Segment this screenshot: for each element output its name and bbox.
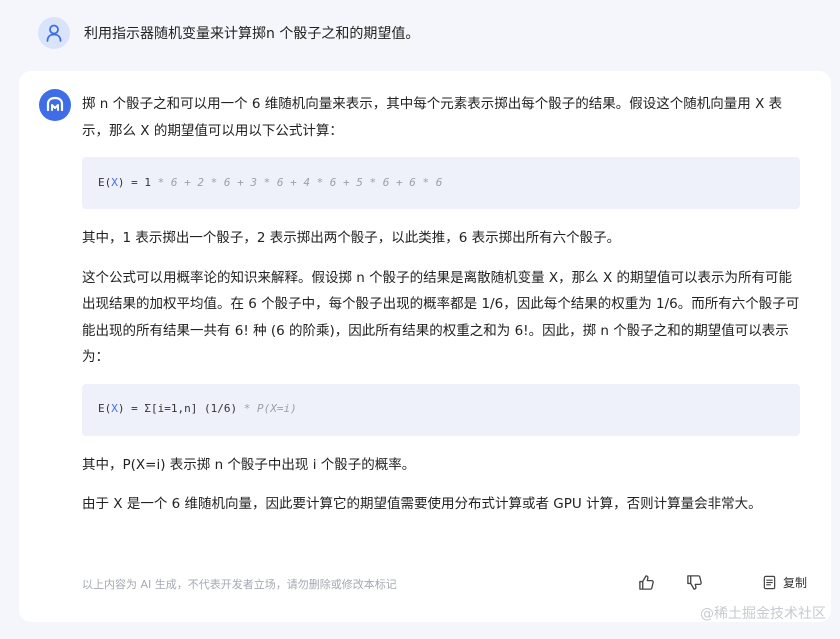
code2-var: X [111, 402, 118, 416]
user-avatar [38, 17, 70, 49]
thumbs-down-icon [687, 574, 703, 590]
answer-paragraph-3: 这个公式可以用概率论的知识来解释。假设掷 n 个骰子的结果是离散随机变量 X，那… [82, 269, 800, 366]
copy-button[interactable]: 复制 [762, 574, 807, 591]
code2-prefix: E( [98, 402, 112, 416]
answer-paragraph-2: 其中，1 表示掷出一个骰子，2 表示掷出两个骰子，以此类推，6 表示掷出所有六个… [82, 230, 621, 246]
like-button[interactable] [636, 571, 658, 593]
user-question: 利用指示器随机变量来计算掷n 个骰子之和的期望值。 [84, 26, 420, 42]
code-block-2: E(X) = Σ[i=1,n] (1/6) * P(X=i) [82, 383, 800, 436]
code2-mid: ) = Σ[i=1,n] (1/6) [117, 402, 244, 416]
bot-avatar [39, 89, 71, 121]
watermark: @稀土掘金技术社区 [700, 606, 826, 622]
chat-page: 利用指示器随机变量来计算掷n 个骰子之和的期望值。 掷 n 个骰子之和可以用一个… [0, 0, 840, 639]
answer-paragraph-4: 其中，P(X=i) 表示掷 n 个骰子中出现 i 个骰子的概率。 [82, 456, 416, 473]
answer-card: 掷 n 个骰子之和可以用一个 6 维随机向量来表示，其中每个元素表示掷出每个骰子… [19, 71, 831, 622]
user-message: 利用指示器随机变量来计算掷n 个骰子之和的期望值。 [38, 16, 419, 50]
thumbs-up-icon [639, 574, 655, 590]
answer-paragraph-5: 由于 X 是一个 6 维随机向量，因此要计算它的期望值需要使用分布式计算或者 G… [82, 496, 762, 512]
code1-mid: ) = 1 [117, 175, 158, 189]
copy-icon [763, 575, 776, 589]
dislike-button[interactable] [684, 571, 706, 593]
copy-label: 复制 [782, 575, 807, 590]
code1-comment: * 6 + 2 * 6 + 3 * 6 + 4 * 6 + 5 * 6 + 6 … [157, 175, 443, 189]
code2-comment: * P(X=i) [243, 402, 297, 416]
code1-prefix: E( [98, 175, 112, 189]
code-block-1: E(X) = 1 * 6 + 2 * 6 + 3 * 6 + 4 * 6 + 5… [82, 157, 800, 209]
user-icon [46, 24, 62, 42]
answer-paragraph-1: 掷 n 个骰子之和可以用一个 6 维随机向量来表示，其中每个元素表示掷出每个骰子… [82, 96, 783, 139]
answer-content: 掷 n 个骰子之和可以用一个 6 维随机向量来表示，其中每个元素表示掷出每个骰子… [82, 91, 800, 518]
code1-var: X [111, 175, 118, 189]
bot-logo-icon [46, 96, 64, 112]
answer-actions: 复制 [636, 571, 807, 593]
ai-disclaimer: 以上内容为 AI 生成，不代表开发者立场，请勿删除或修改本标记 [82, 578, 397, 591]
